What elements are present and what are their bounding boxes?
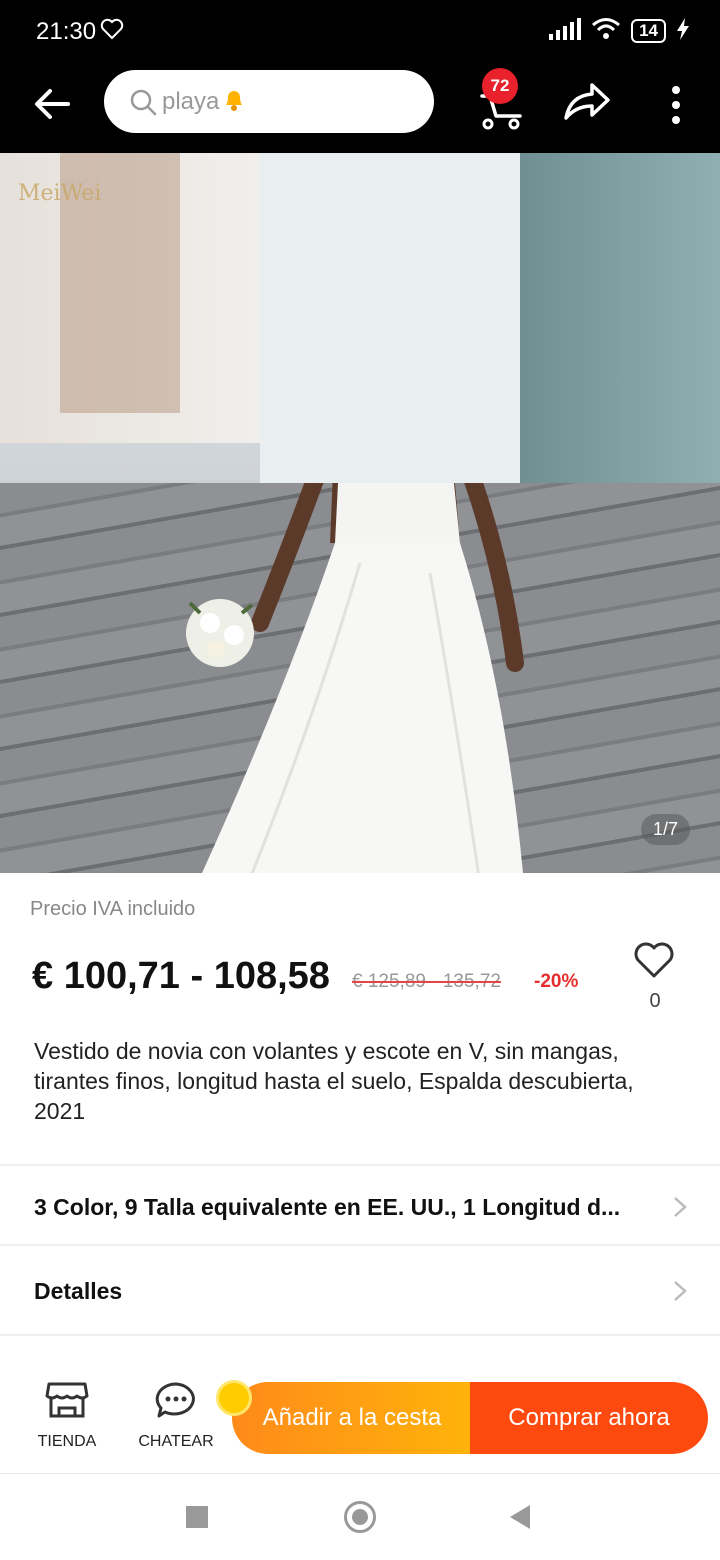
add-to-cart-button[interactable]: Añadir a la cesta: [232, 1382, 472, 1454]
wifi-icon: [591, 17, 621, 46]
status-time: 21:30: [36, 18, 97, 45]
store-icon: [45, 1382, 89, 1424]
current-price: € 100,71 - 108,58: [32, 955, 330, 997]
nav-back-icon[interactable]: [510, 1505, 530, 1529]
chat-button[interactable]: CHATEAR: [121, 1380, 231, 1451]
chevron-right-icon: [672, 1195, 688, 1219]
coin-icon: [216, 1380, 252, 1416]
wishlist-count: 0: [649, 990, 661, 1012]
brand-logo-watermark: MeiWei: [18, 181, 102, 206]
chat-icon: [153, 1382, 199, 1424]
recent-apps-icon[interactable]: [186, 1506, 208, 1528]
more-options-icon[interactable]: [662, 80, 690, 130]
details-label: Detalles: [34, 1278, 123, 1304]
cart-count-badge: 72: [482, 68, 518, 104]
discount-badge: -20%: [534, 971, 579, 992]
search-icon: [128, 87, 158, 117]
signal-icon: [549, 17, 582, 45]
product-image[interactable]: MeiWei 1/7: [0, 153, 720, 873]
original-price: € 125,89 - 135,72: [352, 971, 501, 992]
back-arrow-icon[interactable]: [30, 82, 74, 126]
chat-label: CHATEAR: [138, 1433, 214, 1450]
price-note: Precio IVA incluido: [30, 898, 196, 920]
battery-indicator: 14: [631, 19, 666, 43]
home-icon[interactable]: [344, 1501, 376, 1533]
product-title: Vestido de novia con volantes y escote e…: [34, 1038, 634, 1124]
status-bar: 21:30 14: [0, 0, 720, 62]
divider: [0, 1334, 720, 1336]
system-nav-bar: [0, 1475, 720, 1560]
details-row[interactable]: Detalles: [0, 1250, 720, 1330]
wishlist-heart-icon[interactable]: [632, 940, 676, 980]
options-summary: 3 Color, 9 Talla equivalente en EE. UU.,…: [34, 1194, 621, 1220]
bell-icon: [221, 86, 247, 118]
store-button[interactable]: TIENDA: [12, 1380, 122, 1451]
store-label: TIENDA: [37, 1433, 97, 1450]
action-bar: TIENDA CHATEAR Añadir a la cesta Comprar…: [0, 1362, 720, 1474]
share-icon[interactable]: [560, 80, 614, 124]
search-input[interactable]: playa: [104, 70, 434, 133]
wedding-dress-figure: [186, 483, 524, 873]
charging-icon: [676, 17, 690, 45]
heart-outline-icon: [100, 18, 124, 45]
top-bar: playa 72: [0, 62, 720, 153]
chevron-right-icon: [672, 1279, 688, 1303]
image-counter: 1/7: [640, 814, 690, 845]
status-icons: 14: [549, 16, 690, 46]
options-row[interactable]: 3 Color, 9 Talla equivalente en EE. UU.,…: [0, 1166, 720, 1246]
buy-now-button[interactable]: Comprar ahora: [470, 1382, 708, 1454]
search-placeholder: playa: [162, 87, 220, 115]
background-building: [260, 153, 520, 483]
divider: [0, 1244, 720, 1246]
